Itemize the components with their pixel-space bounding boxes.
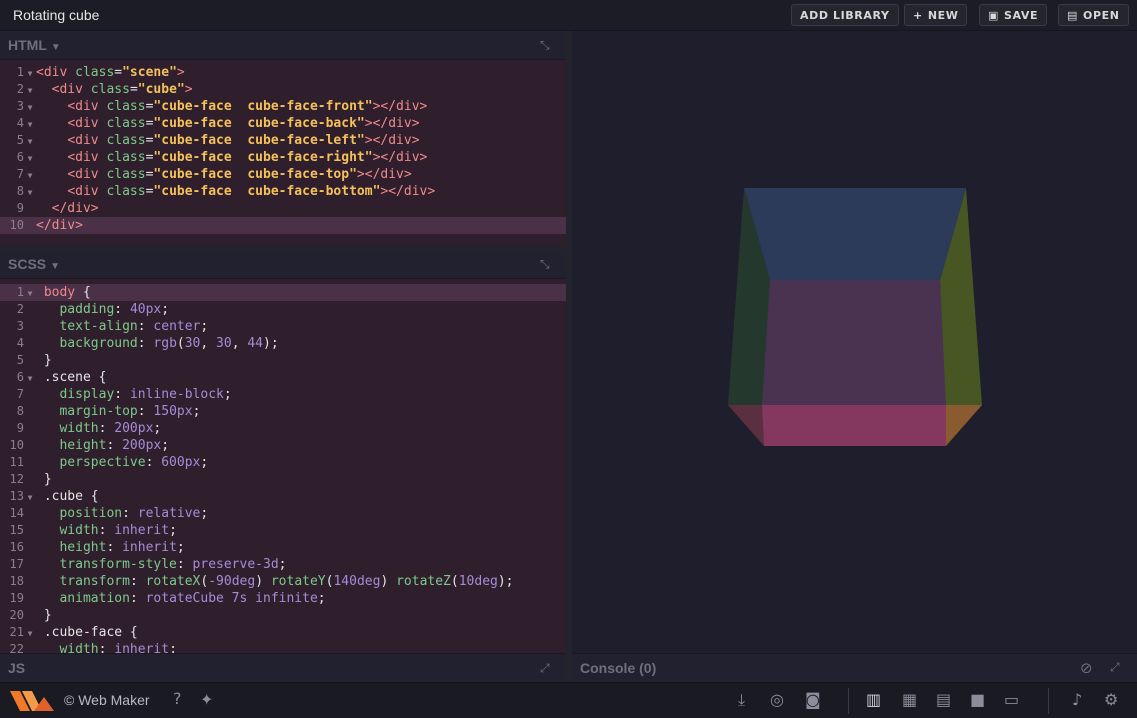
code-line: 13 ▼ .cube { — [9, 489, 99, 504]
monitor-icon[interactable]: ▭ — [1004, 690, 1019, 709]
code-line: 15 width: inherit; — [9, 523, 177, 538]
download-icon[interactable]: ⤓ — [738, 690, 745, 710]
collapse-icon[interactable]: ⤡ — [540, 38, 554, 52]
expand-icon[interactable]: ⤢ — [1110, 660, 1120, 675]
code-line: 17 transform-style: preserve-3d; — [9, 557, 287, 572]
layout-2-icon[interactable]: ▦ — [902, 690, 917, 709]
code-line: 3 text-align: center; — [16, 319, 209, 334]
plus-icon: + — [913, 8, 923, 22]
top-bar: Rotating cube ADD LIBRARY + NEW ▣ SAVE ▤ OP… — [0, 0, 1137, 31]
js-pane-header[interactable]: JS ⤢ — [0, 653, 566, 682]
cube-face-bottom-right — [946, 405, 982, 446]
code-line: 9 </div> — [16, 201, 99, 216]
code-line: 10 </div> — [0, 217, 566, 234]
layout-3-icon[interactable]: ▤ — [936, 690, 951, 709]
code-line: 14 position: relative; — [9, 506, 209, 521]
new-label: NEW — [927, 8, 959, 22]
code-line: 2 ▼ <div class="cube"> — [16, 82, 193, 97]
help-icon[interactable]: ? — [173, 689, 182, 708]
footer: © Web Maker ? ✦ ⤓ ◎ ◙ ▥ ▦ ▤ ■ ▭ ♪ ⚙ — [0, 682, 1137, 718]
html-pane: HTML ▼ ⤡ 1 ▼ <div class="scene"> 2 ▼ <div cl… — [0, 31, 566, 246]
code-line: 4 ▼ <div class="cube-face cube-face-back"… — [16, 116, 420, 131]
code-line: 12 } — [9, 472, 52, 487]
scss-pane: SCSS ▼ ⤡ 1 ▼ body { 2 padding: 40px; 3 tex… — [0, 250, 566, 653]
divider — [848, 688, 849, 714]
save-label: SAVE — [1004, 8, 1039, 22]
code-line: 10 height: 200px; — [9, 438, 170, 453]
code-line: 19 animation: rotateCube 7s infinite; — [9, 591, 326, 606]
collapse-icon[interactable]: ⤡ — [540, 257, 554, 271]
code-line: 7 ▼ <div class="cube-face cube-face-top">… — [16, 167, 412, 182]
cube-face-top — [744, 188, 966, 280]
rotating-cube-render — [728, 188, 982, 446]
floppy-icon: ▣ — [988, 8, 999, 22]
add-library-button[interactable]: ADD LIBRARY — [791, 4, 899, 26]
code-line: 3 ▼ <div class="cube-face cube-face-front… — [16, 99, 428, 114]
gear-icon[interactable]: ⚙ — [1104, 690, 1118, 709]
code-line: 1 ▼ body { — [0, 284, 566, 301]
code-line: 5 } — [16, 353, 52, 368]
chevron-down-icon: ▼ — [50, 42, 61, 53]
code-line: 6 ▼ .scene { — [16, 370, 107, 385]
file-icon: ▤ — [1067, 8, 1078, 22]
code-line: 11 perspective: 600px; — [9, 455, 209, 470]
cube-face-bottom — [762, 405, 946, 446]
code-line: 22 width: inherit; — [9, 642, 177, 653]
console-bar[interactable]: Console (0) ⊘ ⤢ — [572, 653, 1137, 682]
codepen-icon[interactable]: ◎ — [770, 690, 784, 709]
clear-console-icon[interactable]: ⊘ — [1080, 659, 1093, 677]
divider — [1048, 688, 1049, 714]
html-pane-title[interactable]: HTML ▼ — [8, 37, 61, 53]
bell-icon[interactable]: ♪ — [1072, 690, 1082, 709]
scss-pane-header[interactable]: SCSS ▼ ⤡ — [0, 250, 566, 279]
code-line: 4 background: rgb(30, 30, 44); — [16, 336, 279, 351]
open-button[interactable]: ▤ OPEN — [1058, 4, 1129, 26]
code-line: 2 padding: 40px; — [16, 302, 170, 317]
code-line: 5 ▼ <div class="cube-face cube-face-left"… — [16, 133, 420, 148]
code-line: 1 ▼ <div class="scene"> — [16, 65, 185, 80]
scss-pane-title[interactable]: SCSS ▼ — [8, 256, 60, 272]
twitter-icon[interactable]: ✦ — [200, 690, 213, 709]
code-line: 21 ▼ .cube-face { — [9, 625, 138, 640]
brand-text[interactable]: © Web Maker — [64, 692, 150, 708]
console-title[interactable]: Console (0) — [580, 660, 656, 676]
js-pane-title[interactable]: JS — [8, 660, 25, 676]
cube-face-front — [762, 280, 946, 405]
new-button[interactable]: + NEW — [904, 4, 968, 26]
layout-4-icon[interactable]: ■ — [970, 690, 985, 709]
camera-icon[interactable]: ◙ — [805, 690, 821, 709]
code-line: 6 ▼ <div class="cube-face cube-face-right… — [16, 150, 428, 165]
add-library-label: ADD LIBRARY — [800, 8, 890, 22]
chevron-down-icon: ▼ — [50, 261, 61, 272]
code-line: 20 } — [9, 608, 52, 623]
code-line: 7 display: inline-block; — [16, 387, 232, 402]
layout-1-icon[interactable]: ▥ — [866, 690, 881, 709]
html-editor[interactable]: 1 ▼ <div class="scene"> 2 ▼ <div class="cub… — [0, 64, 566, 234]
project-title[interactable]: Rotating cube — [13, 7, 99, 23]
html-pane-header[interactable]: HTML ▼ ⤡ — [0, 31, 566, 60]
save-button[interactable]: ▣ SAVE — [979, 4, 1048, 26]
open-label: OPEN — [1083, 8, 1120, 22]
scss-editor[interactable]: 1 ▼ body { 2 padding: 40px; 3 text-align:… — [0, 284, 566, 653]
code-line: 9 width: 200px; — [16, 421, 162, 436]
code-line: 8 ▼ <div class="cube-face cube-face-botto… — [16, 184, 436, 199]
code-line: 8 margin-top: 150px; — [16, 404, 201, 419]
web-maker-logo[interactable] — [10, 691, 56, 711]
cube-face-bottom-left — [728, 405, 764, 446]
code-line: 16 height: inherit; — [9, 540, 185, 555]
expand-icon[interactable]: ⤢ — [540, 661, 554, 675]
code-line: 18 transform: rotateX(-90deg) rotateY(14… — [9, 574, 514, 589]
preview-frame[interactable] — [572, 31, 1137, 653]
